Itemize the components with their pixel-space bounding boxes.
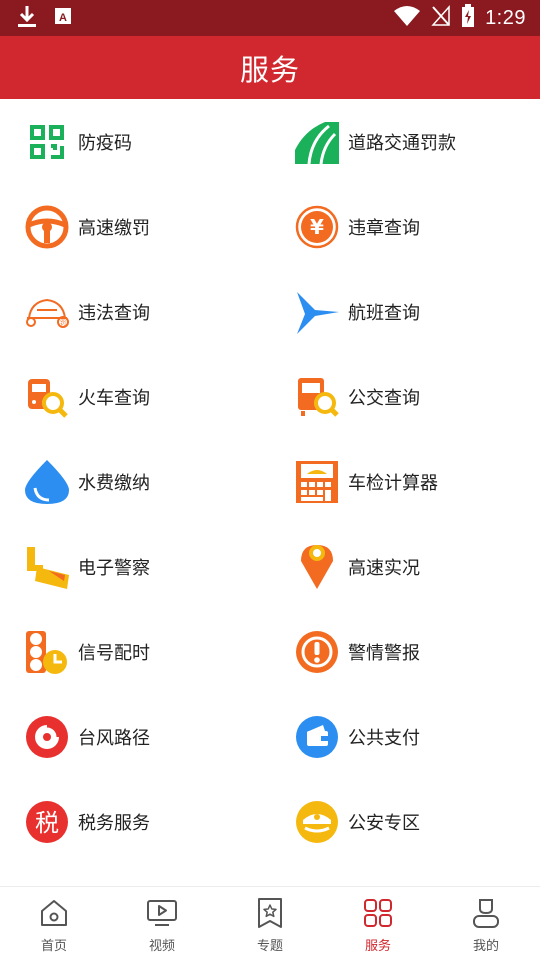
water-drop-icon bbox=[25, 459, 69, 504]
wallet-icon bbox=[295, 715, 339, 759]
service-label: 违法查询 bbox=[78, 302, 150, 324]
location-pin-icon bbox=[295, 544, 339, 589]
tax-icon: 税 bbox=[25, 800, 69, 844]
service-label: 台风路径 bbox=[78, 727, 150, 749]
train-search-icon bbox=[25, 375, 69, 419]
airplane-icon bbox=[295, 290, 339, 334]
bottom-nav: 首页 视频 专题 服务 我的 bbox=[0, 886, 540, 960]
steering-wheel-icon bbox=[25, 205, 69, 249]
service-label: 警情警报 bbox=[348, 642, 420, 664]
nav-label: 我的 bbox=[472, 939, 499, 954]
service-item-water-bill[interactable]: 水费缴纳 bbox=[0, 439, 270, 524]
app-header: 服务 bbox=[0, 36, 540, 99]
nav-label: 专题 bbox=[256, 939, 283, 954]
alert-icon bbox=[295, 630, 339, 674]
service-item-bus-query[interactable]: 公交查询 bbox=[270, 354, 540, 439]
service-item-public-security[interactable]: 公安专区 bbox=[270, 779, 540, 864]
bookmark-icon bbox=[254, 897, 286, 929]
video-icon bbox=[146, 897, 178, 929]
service-label: 航班查询 bbox=[348, 302, 420, 324]
yuan-coin-icon: ¥ bbox=[295, 205, 339, 249]
service-label: 公交查询 bbox=[348, 387, 420, 409]
svg-text:罚: 罚 bbox=[60, 320, 66, 327]
nav-video[interactable]: 视频 bbox=[108, 887, 216, 960]
traffic-camera-icon bbox=[25, 545, 69, 589]
traffic-light-icon bbox=[25, 630, 69, 674]
clock: 1:29 bbox=[485, 6, 526, 29]
service-label: 车检计算器 bbox=[348, 472, 438, 494]
service-item-road-fine[interactable]: 道路交通罚款 bbox=[270, 99, 540, 184]
service-list[interactable]: 防疫码 道路交通罚款 高速缴罚 ¥ 违章查询 罚 违法查询 航班查询 火车查询 … bbox=[0, 99, 540, 886]
service-label: 电子警察 bbox=[78, 557, 150, 579]
page-title: 服务 bbox=[239, 52, 300, 87]
qr-code-icon bbox=[25, 120, 69, 164]
no-signal-icon bbox=[431, 5, 451, 31]
car-icon: 罚 bbox=[25, 290, 69, 334]
service-label: 税务服务 bbox=[78, 812, 150, 834]
status-bar: A 1:29 bbox=[0, 0, 540, 36]
service-label: 高速实况 bbox=[348, 557, 420, 579]
nav-label: 服务 bbox=[364, 939, 391, 954]
svg-text:¥: ¥ bbox=[310, 215, 324, 239]
service-label: 公共支付 bbox=[348, 727, 420, 749]
service-item-e-police[interactable]: 电子警察 bbox=[0, 524, 270, 609]
service-label: 水费缴纳 bbox=[78, 472, 150, 494]
svg-text:A: A bbox=[59, 12, 67, 24]
service-item-highway-live[interactable]: 高速实况 bbox=[270, 524, 540, 609]
service-item-partial[interactable] bbox=[0, 864, 270, 886]
typhoon-icon bbox=[25, 715, 69, 759]
grid-icon bbox=[362, 897, 394, 929]
service-item-car-inspection-calculator[interactable]: 车检计算器 bbox=[270, 439, 540, 524]
service-item-signal-timing[interactable]: 信号配时 bbox=[0, 609, 270, 694]
road-icon bbox=[295, 120, 339, 164]
service-item-illegal-query[interactable]: 罚 违法查询 bbox=[0, 269, 270, 354]
service-label: 公安专区 bbox=[348, 812, 420, 834]
nav-topics[interactable]: 专题 bbox=[216, 887, 324, 960]
service-label: 违章查询 bbox=[348, 217, 420, 239]
police-cap-icon bbox=[295, 800, 339, 844]
service-item-police-alert[interactable]: 警情警报 bbox=[270, 609, 540, 694]
calculator-icon bbox=[295, 460, 339, 504]
nav-home[interactable]: 首页 bbox=[0, 887, 108, 960]
svg-text:税: 税 bbox=[35, 809, 59, 837]
home-icon bbox=[38, 897, 70, 929]
service-item-public-payment[interactable]: 公共支付 bbox=[270, 694, 540, 779]
service-label: 火车查询 bbox=[78, 387, 150, 409]
service-label: 防疫码 bbox=[78, 132, 132, 154]
bus-search-icon bbox=[295, 375, 339, 419]
nav-services[interactable]: 服务 bbox=[324, 887, 432, 960]
service-label: 高速缴罚 bbox=[78, 217, 150, 239]
service-item-health-code[interactable]: 防疫码 bbox=[0, 99, 270, 184]
nav-label: 首页 bbox=[40, 939, 67, 954]
service-item-highway-fine[interactable]: 高速缴罚 bbox=[0, 184, 270, 269]
wifi-icon bbox=[393, 5, 421, 31]
service-item-flight-query[interactable]: 航班查询 bbox=[270, 269, 540, 354]
service-item-partial[interactable] bbox=[270, 864, 540, 886]
keyboard-icon: A bbox=[54, 7, 72, 29]
service-item-violation-query[interactable]: ¥ 违章查询 bbox=[270, 184, 540, 269]
user-icon bbox=[470, 897, 502, 929]
service-item-typhoon-path[interactable]: 台风路径 bbox=[0, 694, 270, 779]
nav-profile[interactable]: 我的 bbox=[432, 887, 540, 960]
service-label: 信号配时 bbox=[78, 642, 150, 664]
service-item-tax-service[interactable]: 税 税务服务 bbox=[0, 779, 270, 864]
download-icon bbox=[16, 4, 38, 32]
service-item-train-query[interactable]: 火车查询 bbox=[0, 354, 270, 439]
service-label: 道路交通罚款 bbox=[348, 132, 456, 154]
nav-label: 视频 bbox=[148, 939, 175, 954]
battery-icon bbox=[461, 4, 475, 32]
